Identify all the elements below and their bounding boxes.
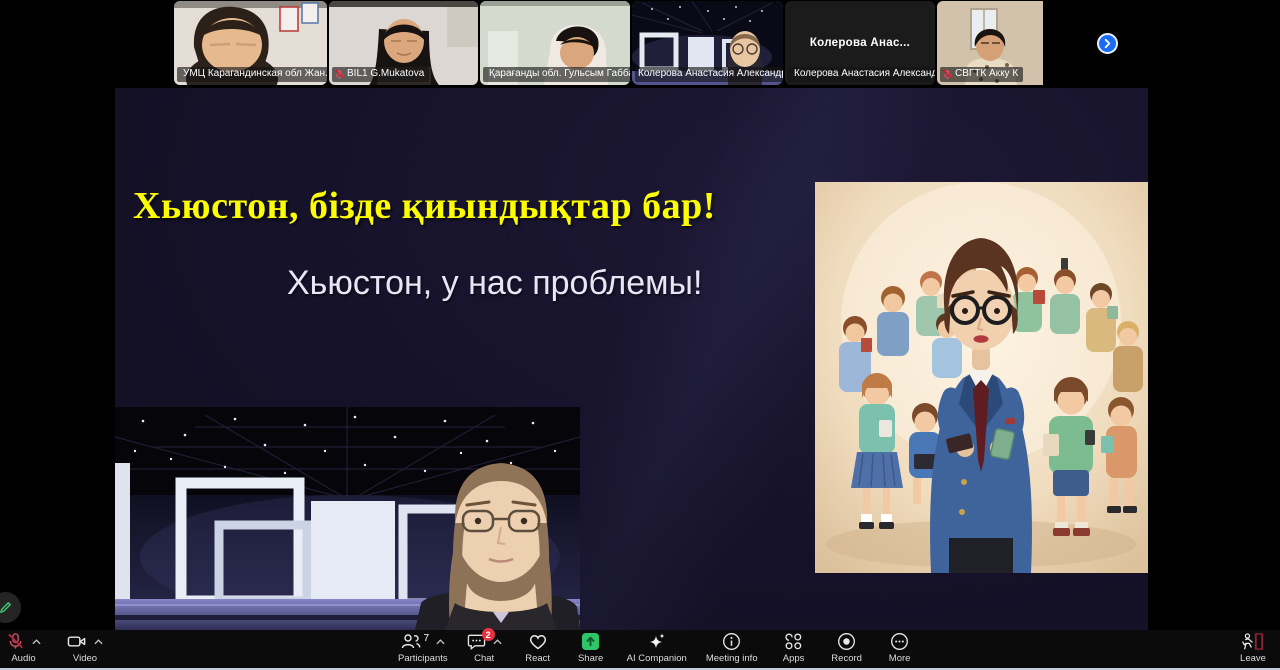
next-participants-page-button[interactable] <box>1097 33 1118 54</box>
participant-name-label: СВГТК Акку К <box>940 67 1023 82</box>
participant-name-text: СВГТК Акку К <box>955 68 1018 80</box>
participant-name-text: BIL1 G.Mukatova <box>347 68 424 80</box>
camera-icon <box>67 632 87 651</box>
shared-screen-content: Хьюстон, бізде қиындықтар бар! Хьюстон, … <box>115 88 1148 630</box>
react-button[interactable]: React <box>521 632 555 664</box>
more-dots-icon <box>890 632 909 651</box>
more-button[interactable]: More <box>883 632 917 664</box>
ai-companion-button[interactable]: AI Companion <box>627 632 687 664</box>
meeting-info-button[interactable]: Meeting info <box>706 632 758 664</box>
participants-count: 7 <box>424 633 430 644</box>
chevron-up-icon[interactable] <box>493 639 502 645</box>
participant-tile[interactable]: УМЦ Карагандинская обл Жан... <box>174 1 327 85</box>
participant-name-label: Қарағанды обл. Гульсым Габба... <box>483 67 630 82</box>
chevron-right-icon <box>1102 38 1113 49</box>
participant-tile[interactable]: Қарағанды обл. Гульсым Габба... <box>480 1 630 85</box>
participant-name-text: Колерова Анастасия Александ... <box>794 68 935 80</box>
apps-label: Apps <box>783 653 805 664</box>
video-label: Video <box>73 653 97 664</box>
mic-muted-icon <box>943 69 952 80</box>
meeting-toolbar: Audio Video 7 <box>0 630 1280 668</box>
slide-title-russian: Хьюстон, у нас проблемы! <box>287 264 702 303</box>
participant-tile[interactable]: BIL1 G.Mukatova <box>329 1 478 85</box>
participant-name-label: BIL1 G.Mukatova <box>332 67 429 82</box>
participant-name-label: Колерова Анастасия Александров... <box>635 67 783 82</box>
chat-unread-badge: 2 <box>482 628 495 641</box>
share-screen-icon <box>581 632 600 651</box>
participant-tile[interactable]: СВГТК Акку К <box>937 1 1085 85</box>
participant-name-label: Колерова Анастасия Александ... <box>788 67 935 82</box>
participant-name-text: Колерова Анастасия Александров... <box>638 68 783 80</box>
more-label: More <box>889 653 911 664</box>
chevron-up-icon[interactable] <box>32 639 41 645</box>
record-icon <box>837 632 856 651</box>
participants-filmstrip: УМЦ Карагандинская обл Жан... BIL1 G.Muk… <box>0 0 1280 87</box>
mic-muted-icon <box>6 632 25 651</box>
info-icon <box>722 632 741 651</box>
chat-label: Chat <box>474 653 494 664</box>
heart-icon <box>528 632 548 651</box>
presenter-webcam-video[interactable] <box>115 407 580 630</box>
participant-name-text: УМЦ Карагандинская обл Жан... <box>183 68 327 80</box>
participants-label: Participants <box>398 653 448 664</box>
chat-button[interactable]: 2 Chat <box>467 632 502 664</box>
chevron-up-icon[interactable] <box>436 639 445 645</box>
record-button[interactable]: Record <box>830 632 864 664</box>
apps-icon <box>784 632 803 651</box>
ai-sparkle-icon <box>647 632 667 651</box>
video-button[interactable]: Video <box>67 632 103 664</box>
apps-button[interactable]: Apps <box>777 632 811 664</box>
participant-display-name: Колерова Анас... <box>785 37 935 49</box>
pencil-icon <box>0 600 13 615</box>
participant-name-label: УМЦ Карагандинская обл Жан... <box>177 67 327 82</box>
participant-name-text: Қарағанды обл. Гульсым Габба... <box>489 68 630 80</box>
share-button[interactable]: Share <box>574 632 608 664</box>
participant-tile-active-speaker[interactable]: Колерова Анастасия Александров... <box>632 1 783 85</box>
leave-button[interactable]: Leave <box>1236 632 1270 664</box>
teacher-figure <box>930 238 1032 573</box>
share-label: Share <box>578 653 603 664</box>
leave-icon <box>1241 632 1265 651</box>
chevron-up-icon[interactable] <box>94 639 103 645</box>
annotate-button[interactable] <box>0 592 21 623</box>
slide-title-kazakh: Хьюстон, бізде қиындықтар бар! <box>133 184 716 228</box>
react-label: React <box>525 653 550 664</box>
audio-label: Audio <box>11 653 35 664</box>
ai-companion-label: AI Companion <box>627 653 687 664</box>
mic-muted-icon <box>335 69 344 80</box>
record-label: Record <box>831 653 862 664</box>
participants-button[interactable]: 7 Participants <box>398 632 448 664</box>
participant-tile-camera-off[interactable]: Колерова Анас... Колерова Анастасия Алек… <box>785 1 935 85</box>
slide-illustration-teacher-with-students <box>815 182 1148 573</box>
participants-icon <box>401 632 421 651</box>
meeting-info-label: Meeting info <box>706 653 758 664</box>
leave-label: Leave <box>1240 653 1266 664</box>
audio-button[interactable]: Audio <box>6 632 41 664</box>
